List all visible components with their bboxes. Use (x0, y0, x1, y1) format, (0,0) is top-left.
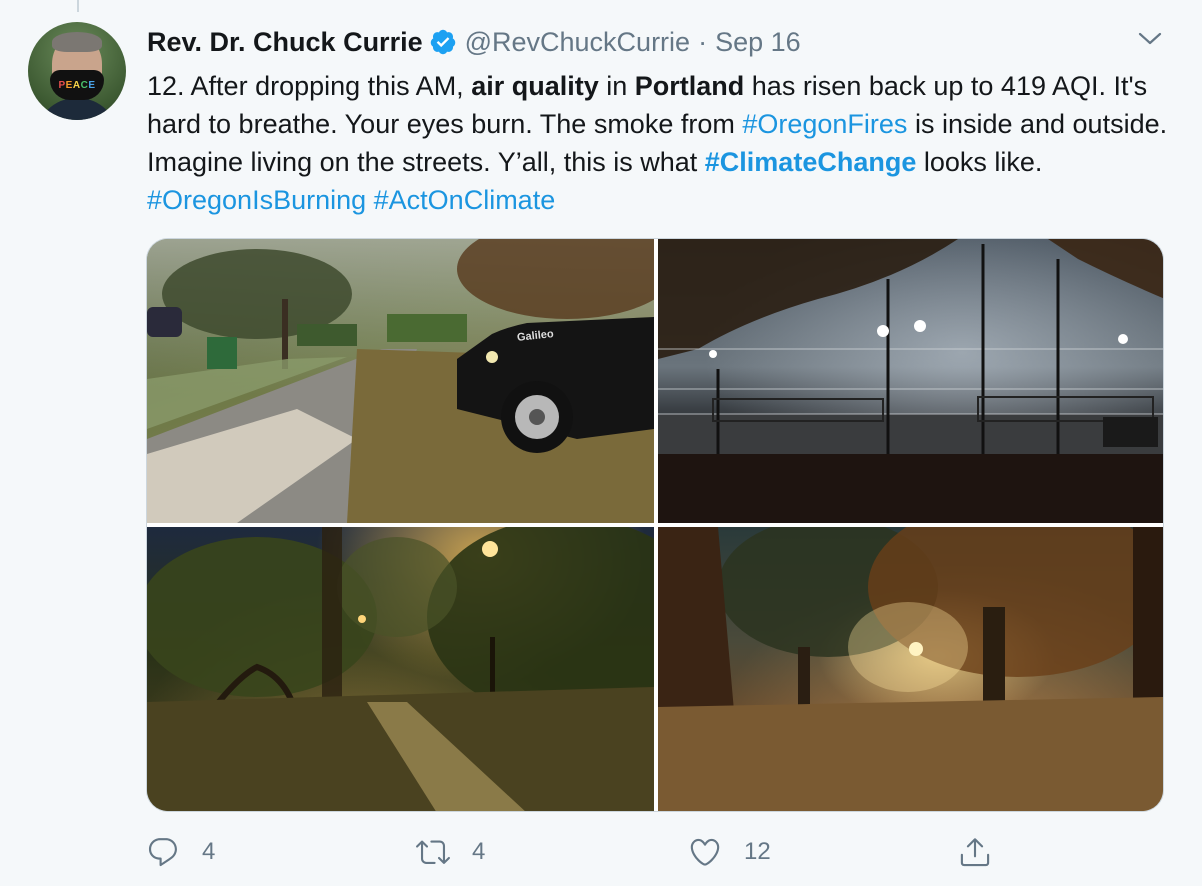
photo-4-scene (658, 527, 1163, 811)
like-count: 12 (744, 838, 771, 865)
mask-letter: A (72, 79, 81, 91)
avatar-hair (52, 32, 102, 52)
reply-button[interactable]: 4 (146, 832, 215, 872)
share-icon (960, 838, 990, 867)
hashtag-link[interactable]: #ActOnClimate (374, 185, 556, 215)
retweet-button[interactable]: 4 (416, 832, 485, 872)
thread-connector-line (77, 0, 79, 12)
mask-letter: E (88, 79, 96, 91)
like-icon (690, 838, 720, 866)
hashtag-link[interactable]: #ClimateChange (705, 147, 917, 177)
tweet-text-bold: air quality (471, 71, 599, 101)
author-handle[interactable]: @RevChuckCurrie (465, 27, 690, 58)
share-button[interactable] (958, 832, 992, 872)
tweet-text-segment: 12. After dropping this AM, (147, 71, 472, 101)
avatar-body (36, 98, 118, 120)
photo-3[interactable] (147, 527, 654, 811)
header-separator: · (698, 26, 708, 57)
photo-4[interactable] (658, 527, 1163, 811)
tweet-text-bold: Portland (634, 71, 745, 101)
media-grid: Galileo (146, 238, 1164, 812)
avatar-mask-text: PEACE (59, 80, 96, 91)
photo-2[interactable] (658, 239, 1163, 523)
like-button[interactable]: 12 (688, 832, 771, 872)
verified-badge-icon (430, 29, 455, 55)
photo-2-scene (658, 239, 1163, 523)
reply-count: 4 (202, 838, 216, 865)
retweet-icon (416, 840, 450, 864)
tweet-actions: 4 4 12 (146, 832, 1046, 872)
mask-letter: P (58, 79, 66, 91)
author-name[interactable]: Rev. Dr. Chuck Currie (147, 27, 423, 58)
hashtag-link[interactable]: #OregonFires (742, 109, 907, 139)
photo-3-scene (147, 527, 654, 811)
photo-1-scene (147, 239, 654, 523)
caret-down-icon[interactable] (1138, 30, 1162, 48)
tweet-header: Rev. Dr. Chuck Currie @RevChuckCurrie · … (147, 24, 801, 60)
hashtag-link[interactable]: #OregonIsBurning (147, 185, 366, 215)
tweet-text-segment: in (598, 71, 635, 101)
tweet[interactable]: PEACE Rev. Dr. Chuck Currie @RevChuckCur… (0, 0, 1202, 886)
retweet-count: 4 (472, 838, 486, 865)
tweet-text-segment: looks like. (916, 147, 1043, 177)
avatar-mask: PEACE (50, 70, 104, 100)
tweet-text-segment (366, 185, 374, 215)
photo-1[interactable]: Galileo (147, 239, 654, 523)
reply-icon (148, 838, 177, 867)
mask-letter: E (65, 79, 73, 91)
tweet-date[interactable]: Sep 16 (715, 27, 801, 58)
tweet-text: 12. After dropping this AM, air quality … (147, 67, 1177, 219)
avatar[interactable]: PEACE (28, 22, 126, 120)
